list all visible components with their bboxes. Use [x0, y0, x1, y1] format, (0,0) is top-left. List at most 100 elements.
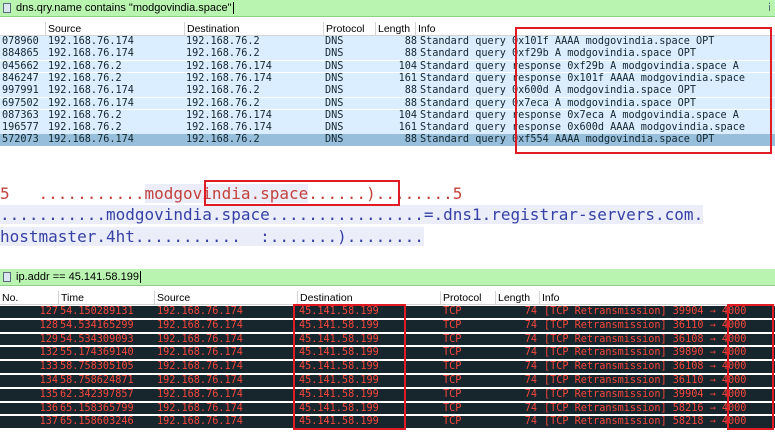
tcp-cell-len: 74 [524, 375, 537, 386]
col-length[interactable]: Length [375, 22, 410, 36]
dns-cell-no: 884865 [2, 48, 39, 60]
stream-text: ...........modgovindia.space............… [0, 205, 704, 224]
bookmark-icon[interactable] [3, 272, 11, 282]
tcp-cell-len: 74 [524, 361, 537, 373]
tcp-cell-proto: TCP [443, 333, 462, 345]
dns-cell-proto: DNS [325, 72, 344, 84]
tcp-cell-proto: TCP [443, 361, 462, 373]
dns-cell-no: 045662 [2, 60, 39, 72]
dns-cell-src: 192.168.76.174 [48, 134, 134, 146]
tcp-cell-len: 74 [524, 388, 537, 400]
tcp-cell-info: [TCP Retransmission] 39890 → 4000 [544, 347, 747, 359]
tcp-cell-time: 54.534309093 [60, 333, 134, 345]
tcp-display-filter-bar[interactable]: ip.addr == 45.141.58.199 [0, 269, 775, 286]
tcp-cell-no: 134 [39, 375, 58, 386]
tcp-cell-len: 74 [524, 416, 537, 428]
tcp-cell-src: 192.168.76.174 [157, 402, 243, 414]
col-protocol[interactable]: Protocol [440, 291, 482, 305]
tcp-cell-info: [TCP Retransmission] 36108 → 4000 [544, 333, 747, 345]
tcp-cell-len: 74 [524, 319, 537, 331]
tcp-cell-no: 133 [39, 361, 58, 373]
tcp-cell-len: 74 [524, 333, 537, 345]
dns-cell-dst: 192.168.76.174 [186, 122, 272, 134]
dns-cell-len: 88 [404, 48, 417, 60]
dns-cell-src: 192.168.76.2 [48, 60, 122, 72]
tcp-cell-info: [TCP Retransmission] 36110 → 4000 [544, 375, 747, 386]
col-protocol[interactable]: Protocol [323, 22, 365, 36]
tcp-cell-proto: TCP [443, 306, 462, 317]
dns-cell-no: 087363 [2, 109, 39, 121]
highlight-box-destination [293, 304, 406, 430]
dns-display-filter-bar[interactable]: dns.qry.name contains "modgovindia.space… [0, 0, 775, 17]
dns-cell-proto: DNS [325, 134, 344, 146]
dns-cell-no: 078960 [2, 36, 39, 47]
stream-line-2: ...........modgovindia.space............… [0, 204, 704, 226]
dns-cell-proto: DNS [325, 85, 344, 97]
tcp-cell-no: 132 [39, 347, 58, 359]
dns-cell-proto: DNS [325, 48, 344, 60]
tcp-cell-info: [TCP Retransmission] 36110 → 4000 [544, 319, 747, 331]
highlight-box-port [727, 304, 774, 430]
dns-cell-dst: 192.168.76.2 [186, 85, 260, 97]
follow-stream-view: 5 ...........modgovindia.space......)...… [0, 178, 775, 250]
tcp-cell-no: 136 [39, 402, 58, 414]
dns-cell-src: 192.168.76.174 [48, 85, 134, 97]
stream-line-3: hostmaster.4ht........... :.......).....… [0, 226, 424, 248]
col-info[interactable]: Info [539, 291, 560, 305]
bookmark-icon[interactable] [3, 3, 11, 13]
dns-cell-dst: 192.168.76.174 [186, 60, 272, 72]
dns-cell-dst: 192.168.76.2 [186, 36, 260, 47]
dns-cell-dst: 192.168.76.174 [186, 72, 272, 84]
tcp-cell-src: 192.168.76.174 [157, 333, 243, 345]
col-info[interactable]: Info [415, 22, 436, 36]
tcp-column-header: No. Time Source Destination Protocol Len… [0, 291, 775, 305]
tcp-cell-src: 192.168.76.174 [157, 388, 243, 400]
dns-cell-no: 846247 [2, 72, 39, 84]
tcp-cell-proto: TCP [443, 416, 462, 428]
tcp-cell-time: 54.534165299 [60, 319, 134, 331]
tcp-cell-time: 65.158365799 [60, 402, 134, 414]
dns-cell-proto: DNS [325, 122, 344, 134]
tcp-cell-src: 192.168.76.174 [157, 361, 243, 373]
tcp-cell-no: 128 [39, 319, 58, 331]
col-destination[interactable]: Destination [184, 22, 240, 36]
tcp-cell-src: 192.168.76.174 [157, 347, 243, 359]
dns-cell-len: 88 [404, 36, 417, 47]
tcp-cell-info: [TCP Retransmission] 39904 → 4000 [544, 306, 747, 317]
stream-text: hostmaster.4ht........... :.......).....… [0, 227, 424, 246]
col-length[interactable]: Length [495, 291, 530, 305]
col-destination[interactable]: Destination [297, 291, 353, 305]
dns-display-filter-input[interactable]: dns.qry.name contains "modgovindia.space… [16, 1, 234, 16]
dns-cell-no: 196577 [2, 122, 39, 134]
tcp-cell-no: 127 [39, 306, 58, 317]
tcp-cell-len: 74 [524, 347, 537, 359]
col-time[interactable]: Time [58, 291, 84, 305]
dns-cell-dst: 192.168.76.174 [186, 109, 272, 121]
tcp-cell-len: 74 [524, 402, 537, 414]
tcp-cell-time: 65.158603246 [60, 416, 134, 428]
col-no[interactable]: No. [0, 291, 18, 305]
col-source[interactable]: Source [154, 291, 190, 305]
highlight-box-dns-info [515, 27, 772, 154]
tcp-cell-len: 74 [524, 306, 537, 317]
dns-cell-src: 192.168.76.2 [48, 109, 122, 121]
dns-cell-no: 572073 [2, 134, 39, 146]
tcp-cell-src: 192.168.76.174 [157, 306, 243, 317]
dns-cell-proto: DNS [325, 97, 344, 109]
dns-cell-len: 88 [404, 134, 417, 146]
tcp-cell-src: 192.168.76.174 [157, 375, 243, 386]
tcp-cell-time: 58.758624871 [60, 375, 134, 386]
tcp-cell-info: [TCP Retransmission] 39904 → 4000 [544, 388, 747, 400]
tcp-cell-proto: TCP [443, 347, 462, 359]
highlight-box-domain [204, 180, 400, 206]
tcp-cell-time: 55.174369140 [60, 347, 134, 359]
dns-cell-dst: 192.168.76.2 [186, 97, 260, 109]
dns-cell-len: 104 [398, 60, 417, 72]
tcp-cell-proto: TCP [443, 388, 462, 400]
filter-expression-icon[interactable]: ⅰ [768, 1, 771, 14]
tcp-display-filter-input[interactable]: ip.addr == 45.141.58.199 [16, 270, 141, 285]
tcp-cell-src: 192.168.76.174 [157, 319, 243, 331]
dns-cell-len: 161 [398, 122, 417, 134]
col-source[interactable]: Source [45, 22, 81, 36]
tcp-cell-no: 129 [39, 333, 58, 345]
